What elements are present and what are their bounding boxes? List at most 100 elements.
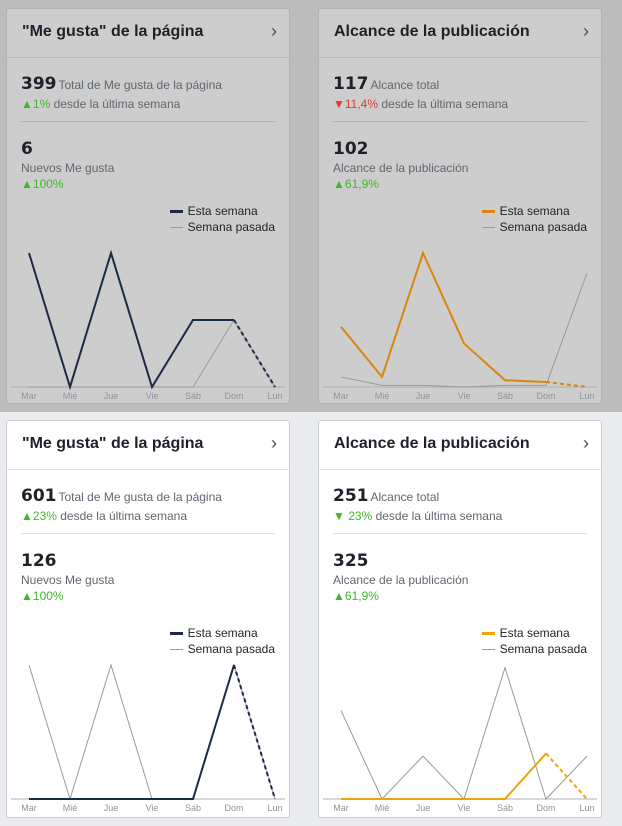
total-reach-stat: 251 Alcance total [333,486,439,506]
x-tick-label: Sáb [497,391,513,401]
new-likes-delta: ▲100% [21,177,64,191]
total-likes-value: 399 [21,74,57,94]
legend-swatch-this [169,209,183,213]
delta-value: 1% [32,97,51,111]
legend-this-week: Esta semana [187,204,258,218]
total-reach-label: Alcance total [370,490,440,504]
card-title: Alcance de la publicación [334,23,530,40]
post-reach-stat: 325 Alcance de la publicación [333,551,468,587]
series-line-last-week [340,666,588,800]
x-tick-label: Mié [375,803,390,813]
arrow-up-icon: ▲ [333,589,345,603]
new-likes-stat: 126 Nuevos Me gusta [21,551,114,587]
x-tick-label: Jue [104,803,119,813]
post-reach-value: 102 [333,139,369,159]
post-reach-card[interactable]: Alcance de la publicación › 251 Alcance t… [318,420,602,818]
x-tick-label: Mié [375,391,390,401]
arrow-down-icon: ▼ [333,509,345,523]
x-tick-label: Vie [146,391,159,401]
x-tick-label: Mar [333,391,349,401]
post-reach-label: Alcance de la publicación [333,161,469,175]
delta-suffix: desde la última semana [56,509,187,523]
legend-this-week: Esta semana [499,204,570,218]
page-likes-card[interactable]: "Me gusta" de la página › 399 Total de Me… [6,8,290,404]
likes-line-chart: Mar Mié Jue Vie Sáb Dom Lun [11,663,285,813]
x-tick-label: Mar [21,803,37,813]
total-reach-delta: ▼ 23% desde la última semana [333,509,502,523]
total-reach-delta: ▼11,4% desde la última semana [333,97,508,111]
arrow-up-icon: ▲ [21,589,33,603]
new-likes-label: Nuevos Me gusta [21,573,115,587]
post-reach-delta: ▲61,9% [333,589,379,603]
post-reach-delta: ▲61,9% [333,177,379,191]
divider [333,121,587,122]
chevron-right-icon[interactable]: › [583,22,589,40]
series-line-this-week [28,249,234,391]
x-tick-label: Jue [416,391,431,401]
series-line-this-week-partial [545,380,588,388]
series-line-last-week [340,272,588,388]
x-tick-label: Dom [224,803,243,813]
total-reach-label: Alcance total [370,78,440,92]
new-likes-value: 6 [21,139,33,159]
total-reach-stat: 117 Alcance total [333,74,439,94]
legend-this-week: Esta semana [187,626,258,640]
x-tick-label: Mar [21,391,37,401]
arrow-up-icon: ▲ [21,509,33,523]
post-reach-value: 325 [333,551,369,571]
arrow-up-icon: ▲ [21,97,33,111]
legend-this-week: Esta semana [499,626,570,640]
delta-value: 23% [344,509,373,523]
card-header[interactable]: "Me gusta" de la página › [7,9,289,58]
delta-value: 23% [32,509,57,523]
divider [21,533,275,534]
chevron-right-icon[interactable]: › [583,434,589,452]
total-likes-stat: 399 Total de Me gusta de la página [21,74,222,94]
total-reach-value: 117 [333,74,369,94]
new-likes-delta: ▲100% [21,589,64,603]
x-tick-label: Sáb [185,803,201,813]
card-title: Alcance de la publicación [334,435,530,452]
x-tick-label: Lun [267,391,282,401]
series-line-last-week [28,663,276,801]
card-header[interactable]: "Me gusta" de la página › [7,421,289,470]
top-panel: "Me gusta" de la página › 399 Total de Me… [0,0,622,412]
legend-swatch-last [169,226,183,228]
x-tick-label: Sáb [497,803,513,813]
divider [333,533,587,534]
chart-legend: Esta semana Semana pasada [169,203,275,235]
likes-line-chart: Mar Mié Jue Vie Sáb Dom Lun [11,249,285,401]
legend-last-week: Semana pasada [499,220,587,234]
x-tick-label: Jue [104,391,119,401]
series-line-this-week [340,250,547,383]
x-tick-label: Vie [458,391,471,401]
card-title: "Me gusta" de la página [22,23,204,40]
x-tick-label: Dom [536,803,555,813]
total-reach-value: 251 [333,486,369,506]
x-tick-label: Mié [63,803,78,813]
x-tick-label: Lun [579,391,594,401]
delta-value: 100% [32,177,64,191]
bottom-panel: "Me gusta" de la página › 601 Total de Me… [0,412,622,826]
page-likes-card[interactable]: "Me gusta" de la página › 601 Total de Me… [6,420,290,818]
x-tick-label: Lun [579,803,594,813]
card-header[interactable]: Alcance de la publicación › [319,421,601,470]
x-tick-label: Sáb [185,391,201,401]
total-likes-value: 601 [21,486,57,506]
delta-value: 11,4% [344,97,379,111]
new-likes-label: Nuevos Me gusta [21,161,115,175]
chevron-right-icon[interactable]: › [271,434,277,452]
total-likes-label: Total de Me gusta de la página [58,78,222,92]
legend-swatch-this [481,209,495,213]
legend-swatch-this [481,631,495,635]
post-reach-card[interactable]: Alcance de la publicación › 117 Alcance t… [318,8,602,404]
x-tick-label: Lun [267,803,282,813]
legend-swatch-last [481,648,495,650]
legend-swatch-last [169,648,183,650]
new-likes-value: 126 [21,551,57,571]
new-likes-stat: 6 Nuevos Me gusta [21,139,114,175]
chevron-right-icon[interactable]: › [271,22,277,40]
arrow-up-icon: ▲ [21,177,33,191]
total-likes-delta: ▲23% desde la última semana [21,509,187,523]
card-header[interactable]: Alcance de la publicación › [319,9,601,58]
